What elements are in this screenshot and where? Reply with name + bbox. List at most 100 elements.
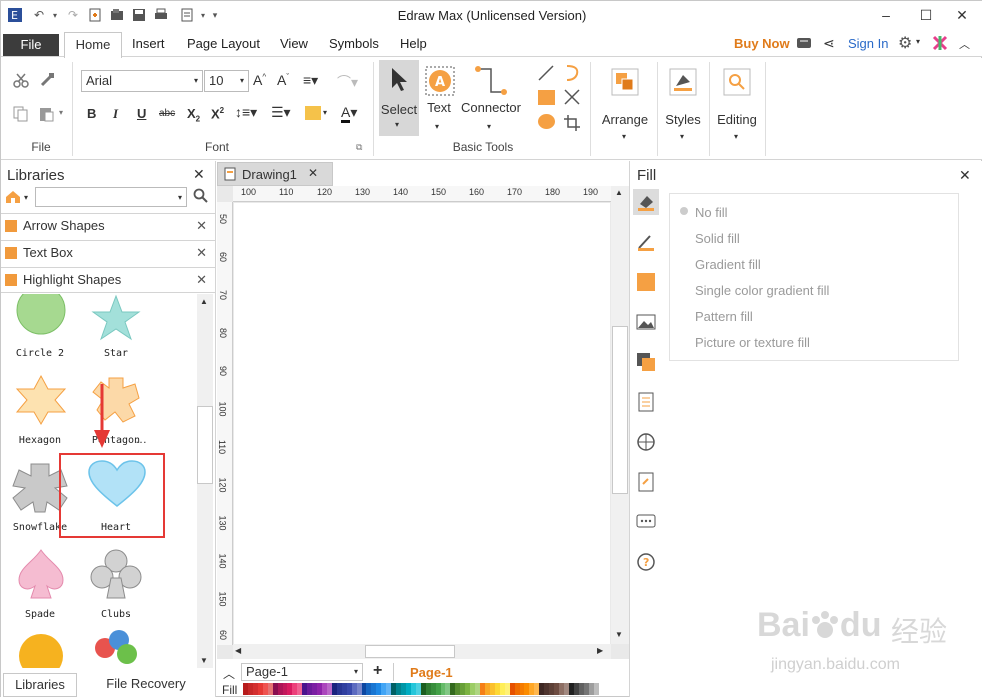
library-category-arrow-shapes[interactable]: Arrow Shapes ✕ [1,213,215,239]
page-properties-icon[interactable] [633,389,659,415]
arrange-label[interactable]: Arrange [597,112,653,127]
underline-button[interactable]: U [137,106,146,121]
gear-icon[interactable]: ⚙ [898,33,912,53]
ellipse-tool-icon[interactable] [538,114,555,129]
sign-in-link[interactable]: Sign In [848,36,888,51]
add-page-icon[interactable]: + [373,662,382,680]
library-home-dropdown-icon[interactable]: ▾ [24,193,28,202]
copy-icon[interactable] [13,106,29,125]
close-fill-panel-icon[interactable]: ✕ [959,167,971,184]
scrollbar-thumb[interactable] [612,326,628,494]
shape-sun-circle[interactable] [17,632,65,668]
connector-dropdown-icon[interactable]: ▾ [487,122,491,131]
styles-dropdown-icon[interactable]: ▾ [680,132,684,141]
close-category-icon[interactable]: ✕ [196,268,207,292]
shape-balloons[interactable] [91,630,141,668]
tab-help[interactable]: Help [400,36,427,51]
cut-icon[interactable] [13,72,29,91]
tab-page-layout[interactable]: Page Layout [187,36,260,51]
editing-label[interactable]: Editing [711,112,763,127]
fill-option-single-color-gradient-fill[interactable]: Single color gradient fill [695,283,829,298]
paste-dropdown-icon[interactable]: ▾ [59,108,63,117]
rectangle-tool-icon[interactable] [538,90,555,105]
collapse-pages-icon[interactable]: ︿ [223,665,235,682]
close-category-icon[interactable]: ✕ [196,241,207,265]
font-dialog-launcher-icon[interactable]: ⧉ [356,142,362,153]
superscript-button[interactable]: X2 [211,106,224,121]
page-select[interactable]: Page-1 ▾ [241,663,363,681]
search-icon[interactable] [193,188,209,207]
layers-icon[interactable] [633,349,659,375]
close-window-button[interactable]: ✕ [951,4,973,26]
font-name-select[interactable]: Arial ▾ [81,70,203,92]
tab-insert[interactable]: Insert [132,36,165,51]
image-icon[interactable] [633,309,659,335]
grow-font-icon[interactable]: A^ [253,72,266,88]
fill-option-solid-fill[interactable]: Solid fill [695,231,740,246]
align-text-icon[interactable]: ≡▾ [303,72,318,89]
editing-dropdown-icon[interactable]: ▾ [734,132,738,141]
theme-icon[interactable] [932,35,948,54]
library-search-input[interactable]: ▾ [35,187,187,207]
close-libraries-icon[interactable]: ✕ [193,166,205,183]
fill-option-picture-or-texture-fill[interactable]: Picture or texture fill [695,335,810,350]
maximize-button[interactable]: ☐ [915,4,937,26]
italic-button[interactable]: I [113,106,118,122]
close-category-icon[interactable]: ✕ [196,214,207,238]
scroll-up-icon[interactable]: ▲ [200,297,208,306]
connector-tool-icon[interactable] [473,64,509,101]
bold-button[interactable]: B [87,106,96,121]
buy-now-link[interactable]: Buy Now [734,36,790,51]
font-color-icon[interactable]: A▾ [341,104,357,123]
paste-icon[interactable] [39,106,57,125]
menu-file[interactable]: File [3,34,59,56]
attachment-icon[interactable] [633,469,659,495]
radio-no-fill[interactable] [680,207,688,215]
scroll-right-icon[interactable]: ▶ [597,646,603,655]
tab-view[interactable]: View [280,36,308,51]
scroll-down-icon[interactable]: ▼ [200,656,208,665]
page-tab[interactable]: Page-1 [410,665,453,680]
file-recovery-tab[interactable]: File Recovery [81,673,211,697]
canvas-horizontal-scrollbar[interactable]: ◀ ▶ [233,644,611,659]
scrollbar-thumb[interactable] [197,406,213,484]
text-tool-icon[interactable]: A [425,66,455,96]
cart-icon[interactable] [796,36,812,50]
arrange-icon[interactable] [611,68,639,99]
comment-icon[interactable] [633,509,659,535]
text-direction-icon[interactable]: ⌒▾ [337,72,358,92]
library-scrollbar[interactable]: ▲ ▼ [197,294,213,668]
scroll-up-icon[interactable]: ▲ [615,188,623,197]
scrollbar-thumb[interactable] [365,645,455,658]
libraries-tab[interactable]: Libraries [3,673,77,697]
subscript-button[interactable]: X2 [187,106,200,124]
share-icon[interactable]: ⋖ [823,35,835,52]
fill-option-gradient-fill[interactable]: Gradient fill [695,257,761,272]
library-category-highlight-shapes[interactable]: Highlight Shapes ✕ [1,267,215,293]
font-size-select[interactable]: 10 ▾ [204,70,249,92]
minimize-button[interactable]: – [875,4,897,26]
hyperlink-globe-icon[interactable] [633,429,659,455]
highlight-dropdown-icon[interactable]: ▾ [323,108,327,117]
styles-icon[interactable] [669,68,697,99]
arrange-dropdown-icon[interactable]: ▾ [622,132,626,141]
tab-symbols[interactable]: Symbols [329,36,379,51]
collapse-ribbon-icon[interactable]: ︿ [959,36,970,52]
line-tool-icon[interactable] [537,64,555,85]
connector-tool-label[interactable]: Connector [459,100,523,115]
select-tool-button[interactable]: Select ▾ [379,60,419,136]
shape-star[interactable] [89,294,143,345]
scroll-down-icon[interactable]: ▼ [615,630,623,639]
shape-spade[interactable] [15,548,67,603]
drawing-page[interactable] [234,203,610,644]
text-tool-label[interactable]: Text [421,100,457,115]
strikethrough-button[interactable]: abc [159,108,175,119]
bullets-icon[interactable]: ☰▾ [271,104,291,121]
arc-tool-icon[interactable] [563,64,581,85]
line-style-icon[interactable] [633,229,659,255]
help-icon[interactable]: ? [633,549,659,575]
shape-circle-2[interactable] [15,294,67,341]
document-tab[interactable]: Drawing1 ✕ [217,162,333,186]
color-palette[interactable] [243,683,599,695]
scroll-left-icon[interactable]: ◀ [235,646,241,655]
